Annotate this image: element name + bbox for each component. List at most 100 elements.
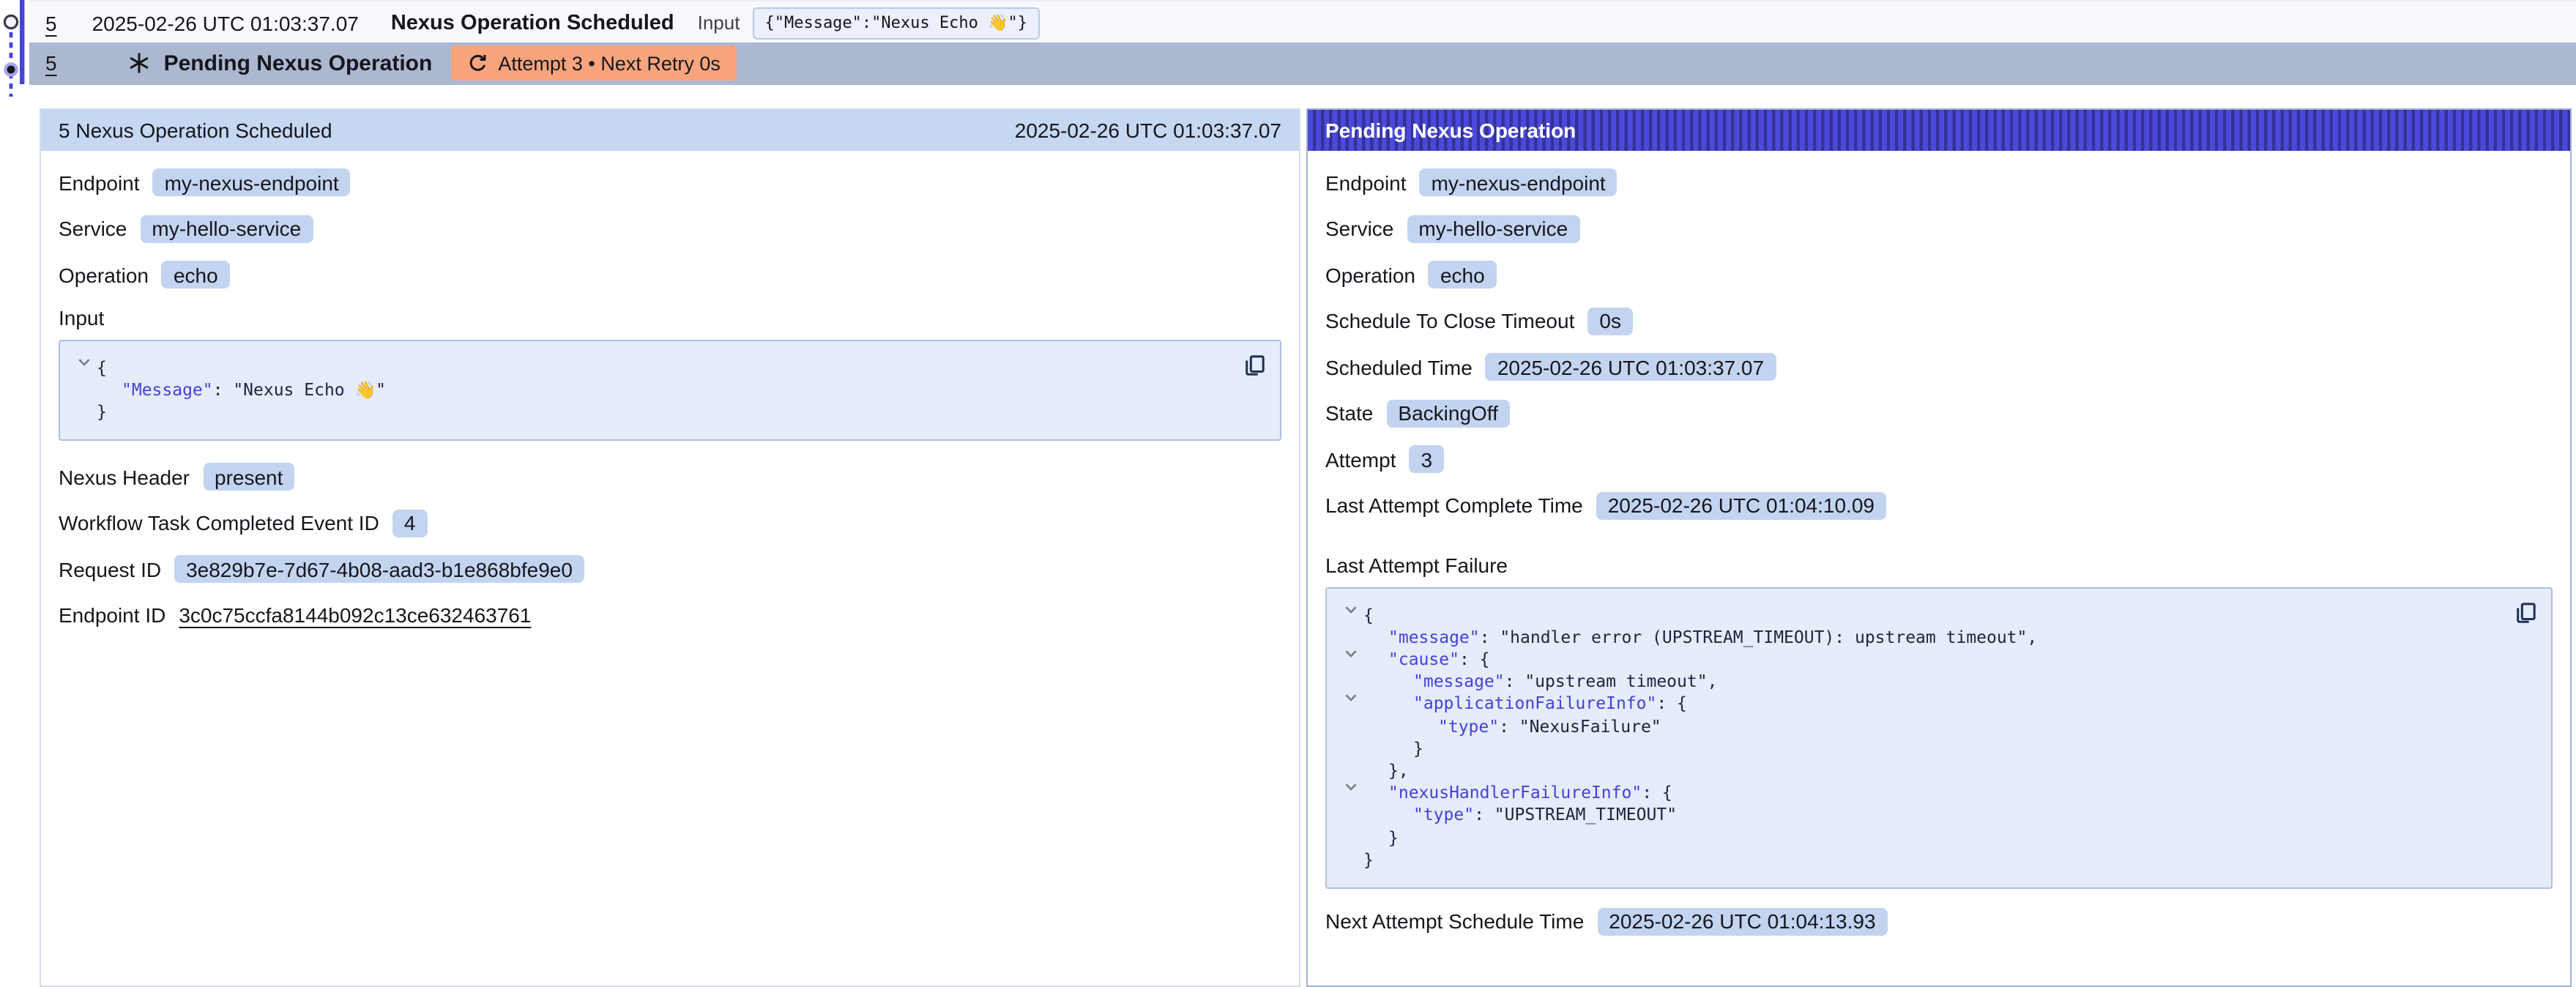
- event-summary-row[interactable]: 5 2025-02-26 UTC 01:03:37.07 Nexus Opera…: [29, 0, 2576, 44]
- timeline-rail: [0, 0, 32, 103]
- json-line: }: [1339, 737, 2493, 759]
- json-line-content: "applicationFailureInfo": {: [1363, 693, 1687, 715]
- event-id-link[interactable]: 5: [45, 11, 57, 34]
- collapse-chevron-icon[interactable]: [1339, 693, 1363, 715]
- input-json-viewer: {"Message": "Nexus Echo 👋"}: [59, 339, 1281, 441]
- field-value-badge: echo: [1429, 261, 1497, 288]
- collapse-chevron-icon[interactable]: [1339, 782, 1363, 804]
- json-key: "message": [1413, 671, 1505, 691]
- json-line: "type": "UPSTREAM_TIMEOUT": [1339, 805, 2493, 827]
- copy-icon: [1243, 354, 1265, 376]
- collapse-chevron-icon[interactable]: [72, 357, 97, 379]
- field-label: Last Attempt Complete Time: [1325, 494, 1583, 517]
- right-fields-top: Endpointmy-nexus-endpointServicemy-hello…: [1325, 167, 2553, 521]
- endpoint-id-link[interactable]: 3c0c75ccfa8144b092c13ce632463761: [179, 603, 531, 627]
- field-value-badge: 3: [1410, 445, 1445, 473]
- json-line-content: "nexusHandlerFailureInfo": {: [1363, 782, 1672, 804]
- json-line-content: }: [97, 401, 107, 423]
- collapse-chevron-icon[interactable]: [1339, 604, 1363, 626]
- field-row: Last Attempt Complete Time 2025-02-26 UTC…: [1325, 490, 2553, 521]
- json-text: : {: [1642, 782, 1672, 802]
- left-fields-top: Endpointmy-nexus-endpointServicemy-hello…: [59, 167, 1281, 290]
- field-label: Next Attempt Schedule Time: [1325, 910, 1584, 934]
- pending-operation-panel-title: Pending Nexus Operation: [1325, 119, 1576, 142]
- json-line-content: "cause": {: [1363, 649, 1490, 671]
- json-line-content: {: [97, 357, 107, 379]
- pending-title: Pending Nexus Operation: [164, 51, 433, 76]
- pending-operation-panel: Pending Nexus Operation Endpointmy-nexus…: [1306, 108, 2572, 987]
- json-line-content: },: [1363, 760, 1409, 782]
- field-row: Nexus Headerpresent: [59, 461, 1281, 492]
- field-value-badge: 4: [392, 509, 428, 537]
- json-line-content: {: [1363, 604, 1374, 626]
- json-line-content: "Message": "Nexus Echo 👋": [97, 379, 386, 401]
- field-value-badge: my-nexus-endpoint: [1420, 168, 1618, 196]
- json-key: "message": [1388, 626, 1480, 647]
- json-line: },: [1339, 760, 2493, 782]
- json-key: "nexusHandlerFailureInfo": [1388, 782, 1642, 802]
- pending-operation-row[interactable]: 5 Pending Nexus Operation Attempt 3 • Ne…: [29, 42, 2576, 84]
- copy-button[interactable]: [2512, 600, 2538, 626]
- left-fields-bottom: Nexus HeaderpresentWorkflow Task Complet…: [59, 461, 1281, 630]
- json-key: "type": [1438, 715, 1499, 736]
- json-line: "applicationFailureInfo": {: [1339, 693, 2493, 715]
- event-marker-selected-icon[interactable]: [5, 64, 16, 75]
- event-marker-open-icon[interactable]: [4, 15, 17, 28]
- field-value-badge: 2025-02-26 UTC 01:04:13.93: [1597, 908, 1887, 936]
- field-value-badge: 0s: [1587, 307, 1633, 335]
- json-line-gutter: [1339, 849, 1363, 871]
- field-value-badge: echo: [162, 261, 230, 288]
- json-text: : {: [1656, 693, 1687, 714]
- running-asterisk-icon: [129, 53, 149, 74]
- json-key: "applicationFailureInfo": [1413, 693, 1656, 714]
- event-details-panel: 5 Nexus Operation Scheduled 2025-02-26 U…: [40, 108, 1300, 987]
- event-details-panel-title: 5 Nexus Operation Scheduled: [59, 119, 332, 142]
- field-value-badge: 2025-02-26 UTC 01:04:10.09: [1596, 491, 1886, 519]
- json-text: : {: [1459, 649, 1490, 669]
- field-label: Operation: [59, 263, 149, 286]
- json-line-content: }: [1363, 849, 1374, 871]
- collapse-chevron-icon[interactable]: [1339, 649, 1363, 671]
- failure-json-viewer: {"message": "handler error (UPSTREAM_TIM…: [1325, 586, 2553, 889]
- field-value-badge: 3e829b7e-7d67-4b08-aad3-b1e868bfe9e0: [174, 555, 584, 583]
- field-row: Service my-hello-service: [1325, 213, 2553, 244]
- json-line: "message": "upstream timeout",: [1339, 671, 2493, 693]
- field-row: Endpointmy-nexus-endpoint: [59, 167, 1281, 198]
- json-line: }: [1339, 827, 2493, 849]
- field-label: Endpoint ID: [59, 603, 165, 627]
- json-line-content: "message": "handler error (UPSTREAM_TIME…: [1363, 626, 2037, 648]
- attempt-badge-text: Attempt 3 • Next Retry 0s: [498, 53, 721, 75]
- field-label: Endpoint: [59, 171, 140, 194]
- pending-id-link[interactable]: 5: [45, 52, 57, 75]
- json-key: "cause": [1388, 649, 1459, 669]
- input-section-label: Input: [59, 305, 1281, 329]
- json-line-gutter: [1339, 827, 1363, 849]
- field-row: Next Attempt Schedule Time 2025-02-26 UTC…: [1325, 906, 2553, 937]
- json-line-content: "type": "UPSTREAM_TIMEOUT": [1363, 805, 1677, 827]
- copy-icon: [2514, 602, 2536, 624]
- pending-operation-panel-header: Pending Nexus Operation: [1308, 110, 2570, 151]
- right-fields-bottom: Next Attempt Schedule Time 2025-02-26 UTC…: [1325, 906, 2553, 937]
- json-line-gutter: [1339, 626, 1363, 648]
- json-line: {: [72, 357, 1221, 379]
- json-line-gutter: [72, 379, 97, 401]
- field-row: Operation echo: [59, 259, 1281, 290]
- json-line-gutter: [1339, 805, 1363, 827]
- field-row: Request ID3e829b7e-7d67-4b08-aad3-b1e868…: [59, 554, 1281, 584]
- json-line: "Message": "Nexus Echo 👋": [72, 379, 1221, 401]
- event-input-badge: {"Message":"Nexus Echo 👋"}: [753, 7, 1039, 39]
- json-text: }: [1413, 737, 1423, 758]
- selection-bar: [20, 0, 24, 84]
- field-row: Attempt3: [1325, 444, 2553, 474]
- copy-button[interactable]: [1240, 352, 1267, 379]
- field-row: Endpoint ID 3c0c75ccfa8144b092c13ce632463…: [59, 600, 1281, 630]
- field-value-badge: my-hello-service: [1407, 215, 1579, 242]
- json-text: : "Nexus Echo 👋": [213, 379, 386, 399]
- field-row: Operationecho: [1325, 259, 2553, 290]
- event-input-label: Input: [698, 12, 740, 34]
- attempt-badge: Attempt 3 • Next Retry 0s: [451, 46, 737, 81]
- field-label: Service: [1325, 217, 1393, 240]
- field-value-badge: present: [203, 463, 294, 491]
- field-label: Schedule To Close Timeout: [1325, 309, 1574, 332]
- json-key: "type": [1413, 805, 1474, 825]
